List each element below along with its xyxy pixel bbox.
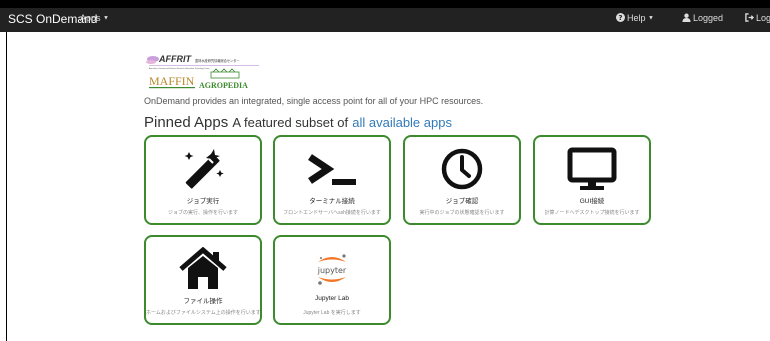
- affrit-logo: AFFRIT 農林水産研究情報総合センター Agriculture, Fores…: [146, 54, 259, 70]
- magic-wand-icon: [146, 145, 260, 193]
- apps-menu-label: Apps: [80, 13, 101, 23]
- agropedia-logo: AGROPEDIA: [199, 68, 248, 90]
- logout-label: Log: [756, 13, 770, 23]
- pinned-apps-title: Pinned Apps: [144, 114, 229, 131]
- app-card-job-submit[interactable]: ジョブ実行 ジョブの実行、操作を行います: [144, 135, 262, 225]
- clock-icon: [405, 145, 519, 193]
- app-card-gui[interactable]: GUI接続 計算ノードへデスクトップ接続を行います: [533, 135, 651, 225]
- user-icon: [682, 13, 691, 22]
- logout-link[interactable]: Log: [745, 13, 770, 23]
- site-logo: AFFRIT 農林水産研究情報総合センター Agriculture, Fores…: [145, 52, 265, 102]
- svg-text:Agriculture, Forestry and Fish: Agriculture, Forestry and Fisheries Rese…: [149, 67, 210, 70]
- help-menu-label: Help: [627, 13, 646, 23]
- svg-text:AGROPEDIA: AGROPEDIA: [199, 81, 248, 90]
- page: SCS OnDemand Apps ▼ ? Help ▼ Logged Log A…: [0, 8, 770, 341]
- app-card-terminal[interactable]: ターミナル接続 フロントエンドサーバへssh接続を行います: [273, 135, 391, 225]
- terminal-icon: [275, 145, 389, 193]
- card-title: ジョブ確認: [445, 198, 479, 205]
- user-menu-label: Logged: [693, 13, 724, 23]
- svg-text:農林水産研究情報総合センター: 農林水産研究情報総合センター: [195, 58, 240, 63]
- card-description: フロントエンドサーバへssh接続を行います: [283, 210, 381, 216]
- svg-text:AFFRIT: AFFRIT: [158, 54, 192, 64]
- card-description: 計算ノードへデスクトップ接続を行います: [544, 210, 640, 216]
- card-title: GUI接続: [579, 198, 605, 205]
- home-icon: [146, 245, 260, 293]
- svg-text:jupyter: jupyter: [317, 266, 347, 275]
- jupyter-icon: jupyter: [275, 245, 389, 293]
- monitor-icon: [535, 145, 649, 193]
- card-description: Jupyter Lab を実行します: [303, 310, 361, 316]
- apps-menu[interactable]: Apps ▼: [80, 13, 109, 23]
- pinned-apps-subtitle: A featured subset of: [232, 115, 349, 130]
- navbar: SCS OnDemand Apps ▼ ? Help ▼ Logged Log: [0, 8, 770, 32]
- card-title: ターミナル接続: [309, 198, 355, 205]
- sign-out-icon: [745, 13, 754, 22]
- left-border: [6, 32, 7, 341]
- card-description: ホームおよびファイルシステム上の操作を行います: [146, 310, 260, 316]
- card-title: ファイル操作: [183, 298, 223, 305]
- maffin-logo: MAFFIN: [149, 74, 195, 89]
- app-card-jupyter[interactable]: jupyter Jupyter Lab Jupyter Lab を実行します: [273, 235, 391, 325]
- svg-text:?: ?: [618, 13, 622, 22]
- caret-down-icon: ▼: [648, 15, 654, 22]
- card-description: ジョブの実行、操作を行います: [167, 210, 238, 216]
- user-menu[interactable]: Logged: [682, 13, 723, 23]
- question-circle-icon: ?: [616, 13, 625, 22]
- all-apps-link[interactable]: all available apps: [352, 115, 452, 130]
- app-card-job-status[interactable]: ジョブ確認 実行中のジョブの状態確認を行います: [403, 135, 521, 225]
- pinned-apps-heading: Pinned Apps A featured subset of all ava…: [144, 114, 452, 131]
- card-title: Jupyter Lab: [315, 295, 349, 302]
- app-card-files[interactable]: ファイル操作 ホームおよびファイルシステム上の操作を行います: [144, 235, 262, 325]
- caret-down-icon: ▼: [103, 15, 109, 22]
- tagline: OnDemand provides an integrated, single …: [144, 96, 484, 106]
- card-title: ジョブ実行: [186, 198, 220, 205]
- card-description: 実行中のジョブの状態確認を行います: [419, 210, 505, 216]
- svg-text:MAFFIN: MAFFIN: [149, 74, 195, 88]
- help-menu[interactable]: ? Help ▼: [616, 13, 654, 23]
